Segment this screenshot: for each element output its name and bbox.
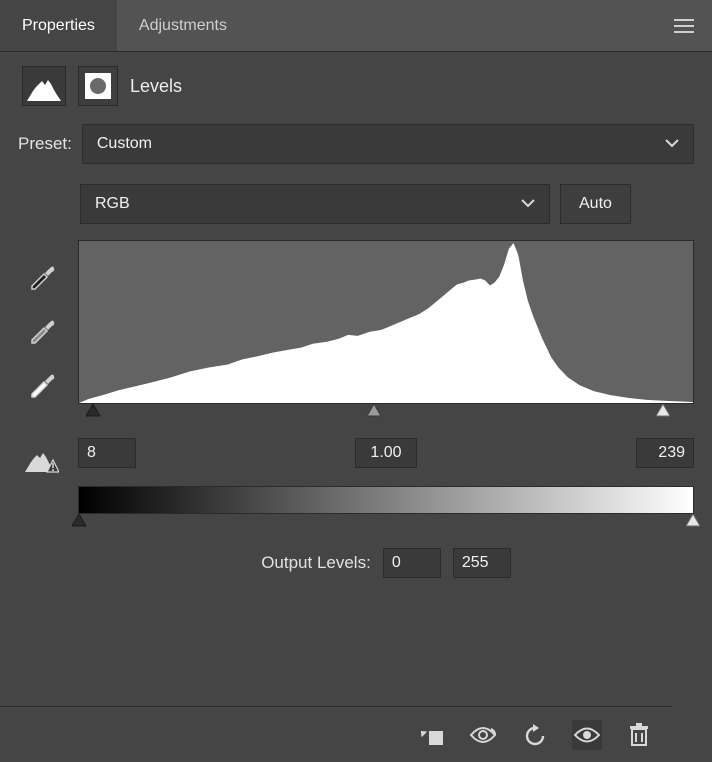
- clipping-warning-icon[interactable]: [25, 448, 59, 476]
- input-black-slider[interactable]: [86, 404, 100, 418]
- input-white-field[interactable]: [636, 438, 694, 468]
- panel-menu-icon[interactable]: [670, 12, 698, 40]
- output-black-slider[interactable]: [72, 514, 86, 528]
- toggle-visibility-icon[interactable]: [572, 720, 602, 750]
- reset-icon[interactable]: [520, 720, 550, 750]
- input-slider-track[interactable]: [78, 404, 694, 426]
- output-levels-label: Output Levels:: [261, 553, 371, 573]
- delete-icon[interactable]: [624, 720, 654, 750]
- adjustment-title: Levels: [130, 76, 182, 97]
- histogram: [78, 240, 694, 404]
- channel-value: RGB: [95, 195, 130, 213]
- tab-properties[interactable]: Properties: [0, 0, 117, 51]
- gray-point-eyedropper[interactable]: [28, 316, 56, 344]
- black-point-eyedropper[interactable]: [28, 262, 56, 290]
- preset-label: Preset:: [18, 134, 72, 154]
- input-gamma-slider[interactable]: [367, 404, 381, 418]
- output-black-field[interactable]: [383, 548, 441, 578]
- tab-adjustments[interactable]: Adjustments: [117, 0, 249, 51]
- levels-adjustment-icon: [22, 66, 66, 106]
- output-gradient: [78, 486, 694, 514]
- channel-dropdown[interactable]: RGB: [80, 184, 550, 224]
- input-gamma-field[interactable]: [355, 438, 417, 468]
- output-white-field[interactable]: [453, 548, 511, 578]
- clip-to-layer-icon[interactable]: [416, 720, 446, 750]
- auto-button[interactable]: Auto: [560, 184, 631, 224]
- output-slider-track[interactable]: [78, 514, 694, 534]
- preset-value: Custom: [97, 135, 152, 153]
- input-black-field[interactable]: [78, 438, 136, 468]
- white-point-eyedropper[interactable]: [28, 370, 56, 398]
- layer-mask-icon[interactable]: [78, 66, 118, 106]
- output-white-slider[interactable]: [686, 514, 700, 528]
- view-previous-state-icon[interactable]: [468, 720, 498, 750]
- preset-dropdown[interactable]: Custom: [82, 124, 694, 164]
- chevron-down-icon: [665, 135, 679, 153]
- input-white-slider[interactable]: [656, 404, 670, 418]
- chevron-down-icon: [521, 195, 535, 213]
